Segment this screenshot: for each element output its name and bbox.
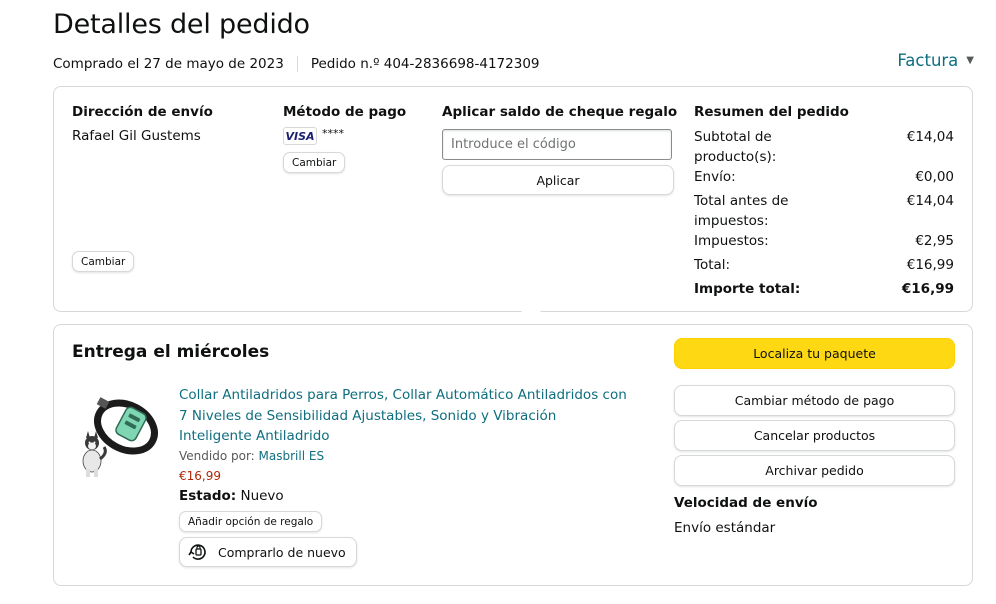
summary-row: Subtotal de producto(s): €14,04 [694,127,954,167]
summary-grand-total: Importe total: €16,99 [694,279,954,299]
card-masked-number: **** [322,127,344,140]
product-title-link[interactable]: Collar Antiladridos para Perros, Collar … [179,385,629,447]
chevron-down-icon: ▼ [966,55,974,66]
buy-again-button[interactable]: Comprarlo de nuevo [179,537,357,567]
invoice-label[interactable]: Factura [897,51,958,70]
archive-order-button[interactable]: Archivar pedido [674,455,955,486]
summary-label: Total: [694,257,731,273]
purchase-date: Comprado el 27 de mayo de 2023 [53,56,284,72]
summary-heading: Resumen del pedido [694,104,849,120]
payment-heading: Método de pago [283,104,407,120]
sold-by-label: Vendido por: [179,449,255,463]
order-meta: Comprado el 27 de mayo de 2023 Pedido n.… [53,56,540,72]
product-image[interactable] [76,383,170,479]
grand-total-label: Importe total: [694,281,801,297]
summary-value: €0,00 [915,169,954,185]
status-label: Estado: [179,488,237,504]
change-payment-button[interactable]: Cambiar [283,152,346,173]
summary-row: Total antes de impuestos: €14,04 [694,191,954,231]
change-payment-method-button[interactable]: Cambiar método de pago [674,385,955,416]
invoice-dropdown[interactable]: Factura ▼ [897,51,974,70]
summary-row: Impuestos: €2,95 [694,231,954,251]
order-summary: Subtotal de producto(s): €14,04 Envío: €… [694,127,954,303]
summary-label: Total antes de impuestos: [694,193,789,229]
grand-total-value: €16,99 [901,281,954,297]
summary-label: Impuestos: [694,233,769,249]
change-address-button[interactable]: Cambiar [72,251,135,272]
giftcard-heading: Aplicar saldo de cheque regalo [442,104,678,120]
summary-row: Envío: €0,00 [694,167,954,187]
meta-divider [296,56,298,72]
summary-row: Total: €16,99 [694,255,954,275]
box-notch [521,301,541,321]
delivery-box: Entrega el miércoles Collar Antiladridos… [53,324,973,586]
add-gift-option-button[interactable]: Añadir opción de regalo [179,511,323,532]
summary-label: Subtotal de producto(s): [694,129,777,165]
shipping-heading: Dirección de envío [72,104,213,120]
summary-value: €14,04 [906,193,954,209]
cancel-items-button[interactable]: Cancelar productos [674,420,955,451]
summary-label: Envío: [694,169,736,185]
buy-again-label: Comprarlo de nuevo [218,544,346,560]
giftcard-code-input[interactable] [442,129,672,160]
product-status: Estado: Nuevo [179,488,284,504]
summary-value: €16,99 [906,257,954,273]
shipping-speed-heading: Velocidad de envío [674,495,818,511]
seller-link[interactable]: Masbrill ES [259,449,325,463]
order-number: Pedido n.º 404-2836698-4172309 [310,56,540,72]
status-value: Nuevo [240,488,284,504]
delivery-heading: Entrega el miércoles [72,342,270,362]
shipping-name: Rafael Gil Gustems [72,128,201,144]
product-price: €16,99 [179,469,221,483]
sold-by: Vendido por: Masbrill ES [179,449,324,463]
visa-card-icon: VISA [283,127,317,145]
summary-value: €2,95 [915,233,954,249]
summary-value: €14,04 [906,129,954,145]
page-title: Detalles del pedido [53,9,310,40]
apply-giftcard-button[interactable]: Aplicar [442,165,674,195]
track-package-button[interactable]: Localiza tu paquete [674,338,955,369]
order-info-box: Dirección de envío Rafael Gil Gustems Ca… [53,86,973,321]
rebuy-icon [188,544,206,560]
shipping-speed-value: Envío estándar [674,520,776,536]
